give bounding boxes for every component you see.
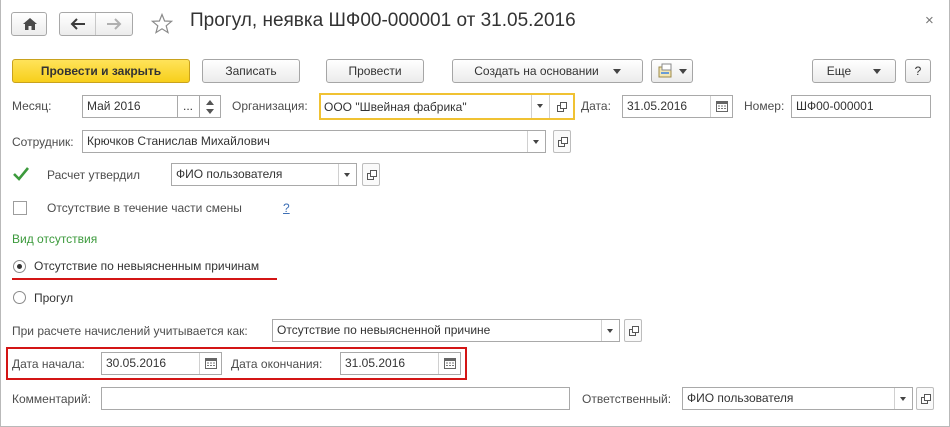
create-based-on-label: Создать на основании <box>474 64 599 78</box>
accrual-label: При расчете начислений учитывается как: <box>12 324 248 338</box>
month-spinner[interactable] <box>199 95 221 118</box>
help-button[interactable]: ? <box>905 59 931 83</box>
arrow-left-icon <box>70 18 85 30</box>
employee-open-button[interactable] <box>553 130 571 153</box>
home-icon <box>23 18 37 30</box>
start-date-calendar-button[interactable] <box>199 353 221 374</box>
chevron-down-icon <box>533 140 539 144</box>
chevron-down-icon <box>612 68 621 74</box>
date-label: Дата: <box>581 99 611 113</box>
accrual-open-button[interactable] <box>624 319 642 342</box>
date-field[interactable]: 31.05.2016 <box>622 95 733 118</box>
open-icon <box>557 102 567 112</box>
arrow-right-icon <box>107 18 122 30</box>
number-label: Номер: <box>744 99 785 113</box>
star-icon[interactable] <box>151 13 173 35</box>
end-date-calendar-button[interactable] <box>438 353 460 374</box>
history-nav-group <box>59 12 133 36</box>
start-date-label: Дата начала: <box>12 357 85 371</box>
chevron-down-icon <box>607 329 613 333</box>
highlight-underline <box>12 278 277 280</box>
more-label: Еще <box>826 64 852 78</box>
date-value: 31.05.2016 <box>627 99 688 113</box>
back-button[interactable] <box>60 13 96 35</box>
date-calendar-button[interactable] <box>710 96 732 117</box>
accrual-value: Отсутствие по невыясненной причине <box>277 323 491 337</box>
responsible-value: ФИО пользователя <box>687 391 794 405</box>
reports-button[interactable] <box>651 59 693 83</box>
forward-button[interactable] <box>96 13 132 35</box>
end-date-label: Дата окончания: <box>231 357 323 371</box>
organization-open-button[interactable] <box>549 95 573 118</box>
approval-dropdown-button[interactable] <box>338 164 356 185</box>
comment-field[interactable] <box>101 387 570 410</box>
organization-field[interactable]: ООО "Швейная фабрика" <box>319 93 575 120</box>
post-button[interactable]: Провести <box>326 59 424 83</box>
month-select-button[interactable]: ... <box>177 95 200 118</box>
partial-shift-checkbox[interactable] <box>13 201 27 215</box>
window-title: Прогул, неявка ШФ00-000001 от 31.05.2016 <box>190 10 576 31</box>
create-based-on-button[interactable]: Создать на основании <box>452 59 643 83</box>
chevron-down-icon <box>678 68 687 74</box>
absence-type-section-label: Вид отсутствия <box>12 232 98 246</box>
print-reports-icon <box>658 63 671 78</box>
radio-unexplained-absence-label[interactable]: Отсутствие по невыясненным причинам <box>34 259 259 273</box>
chevron-down-icon <box>537 104 543 108</box>
employee-field[interactable]: Крючков Станислав Михайлович <box>82 130 546 153</box>
radio-truancy-label[interactable]: Прогул <box>34 291 73 305</box>
post-and-close-button[interactable]: Провести и закрыть <box>12 59 190 83</box>
chevron-down-icon <box>900 397 906 401</box>
organization-label: Организация: <box>232 99 308 113</box>
chevron-down-icon <box>344 173 350 177</box>
approval-label: Расчет утвердил <box>47 168 141 182</box>
open-icon <box>558 137 568 147</box>
end-date-field[interactable]: 31.05.2016 <box>340 352 461 375</box>
close-icon[interactable]: × <box>925 12 934 29</box>
home-button[interactable] <box>11 12 47 36</box>
spin-down-icon <box>206 109 214 114</box>
responsible-field[interactable]: ФИО пользователя <box>682 387 913 410</box>
approval-checkbox[interactable] <box>12 166 30 182</box>
save-button[interactable]: Записать <box>202 59 300 83</box>
comment-label: Комментарий: <box>12 392 91 406</box>
open-icon <box>921 394 931 404</box>
partial-shift-help-link[interactable]: ? <box>283 201 290 215</box>
approval-open-button[interactable] <box>362 163 380 186</box>
employee-label: Сотрудник: <box>12 135 74 149</box>
month-field[interactable]: Май 2016 <box>82 95 178 118</box>
more-button[interactable]: Еще <box>812 59 896 83</box>
open-icon <box>629 326 639 336</box>
calendar-icon <box>205 358 217 369</box>
number-field[interactable]: ШФ00-000001 <box>791 95 931 118</box>
end-date-value: 31.05.2016 <box>345 356 406 370</box>
start-date-value: 30.05.2016 <box>106 356 167 370</box>
partial-shift-label: Отсутствие в течение части смены <box>47 201 242 215</box>
employee-dropdown-button[interactable] <box>527 131 545 152</box>
approval-value: ФИО пользователя <box>176 167 283 181</box>
start-date-field[interactable]: 30.05.2016 <box>101 352 222 375</box>
organization-dropdown-button[interactable] <box>531 95 549 118</box>
responsible-label: Ответственный: <box>582 392 672 406</box>
radio-unexplained-absence[interactable] <box>13 260 26 273</box>
open-icon <box>367 170 377 180</box>
organization-value: ООО "Швейная фабрика" <box>324 100 467 114</box>
spin-up-icon <box>206 100 214 105</box>
radio-truancy[interactable] <box>13 291 26 304</box>
responsible-open-button[interactable] <box>916 387 934 410</box>
accrual-dropdown-button[interactable] <box>601 320 619 341</box>
accrual-field[interactable]: Отсутствие по невыясненной причине <box>272 319 620 342</box>
chevron-down-icon <box>873 68 882 74</box>
responsible-dropdown-button[interactable] <box>894 388 912 409</box>
month-label: Месяц: <box>12 99 52 113</box>
calendar-icon <box>716 101 728 112</box>
employee-value: Крючков Станислав Михайлович <box>87 134 270 148</box>
calendar-icon <box>444 358 456 369</box>
approval-field[interactable]: ФИО пользователя <box>171 163 357 186</box>
